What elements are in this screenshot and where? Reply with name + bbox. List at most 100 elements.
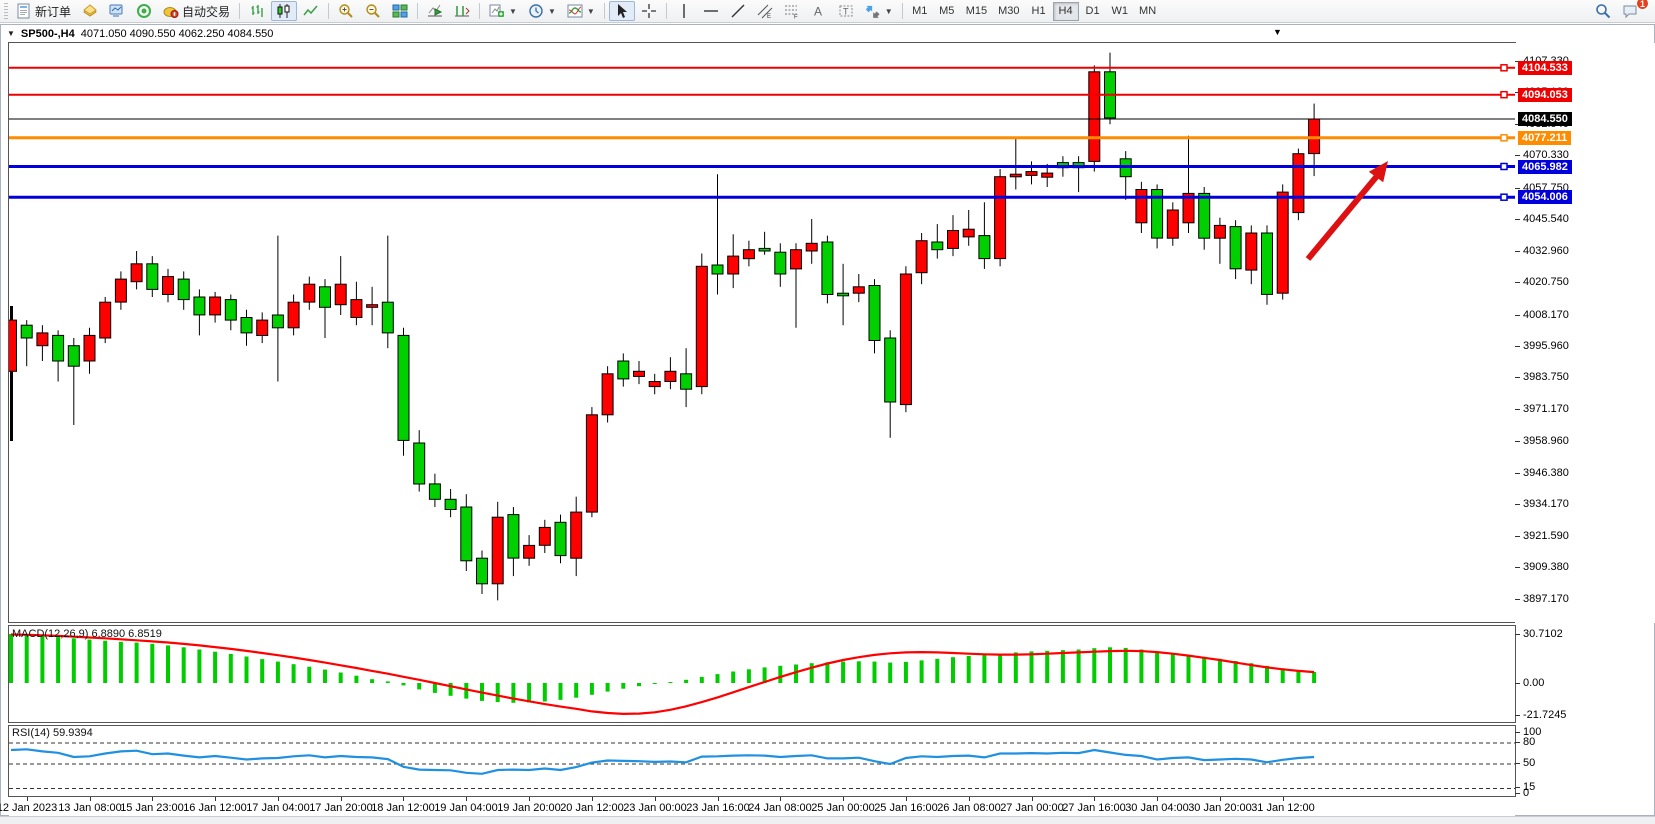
chart-title-bar[interactable]: ▼ SP500-,H4 4071.050 4090.550 4062.250 4…	[1, 25, 1654, 42]
tf-mn-button[interactable]: MN	[1134, 2, 1161, 21]
tf-m15-button[interactable]: M15	[961, 2, 992, 21]
tf-m1-button[interactable]: M1	[907, 2, 933, 21]
toolbar-grip[interactable]	[4, 3, 8, 19]
auto-trading-button[interactable]: 自动交易	[158, 1, 235, 21]
tile-windows-icon	[392, 3, 408, 19]
cursor-tool-button[interactable]	[609, 1, 635, 21]
macd-axis-label: 0.00	[1523, 677, 1544, 689]
svg-text:A: A	[814, 5, 822, 19]
macd-canvas[interactable]	[9, 626, 1515, 722]
macd-label: MACD(12,26,9) 6.8890 6.8519	[12, 628, 162, 640]
tf-h1-button[interactable]: H1	[1026, 2, 1052, 21]
new-order-button[interactable]: 新订单	[11, 1, 76, 21]
trendline-tool-button[interactable]	[725, 1, 751, 21]
auto-scroll-button[interactable]	[422, 1, 448, 21]
date-axis[interactable]: 12 Jan 202313 Jan 08:0015 Jan 23:0016 Ja…	[9, 797, 1515, 816]
price-tick: 3971.170	[1515, 403, 1569, 415]
tf-d1-button[interactable]: D1	[1080, 2, 1106, 21]
tf-w1-button[interactable]: W1	[1107, 2, 1134, 21]
indicators-icon	[567, 3, 583, 19]
crosshair-icon	[641, 3, 657, 19]
equidistant-channel-icon: E	[757, 3, 773, 19]
charts-profile-button[interactable]	[104, 1, 130, 21]
auto-trading-label: 自动交易	[182, 3, 230, 20]
vertical-line-icon	[676, 3, 692, 19]
date-label: 17 Jan 04:00	[246, 802, 310, 814]
zoom-out-button[interactable]	[360, 1, 386, 21]
oneclick-collapse-icon[interactable]: ▼	[1273, 27, 1282, 37]
chart-ohlc-readout: 4071.050 4090.550 4062.250 4084.550	[81, 28, 274, 40]
price-level-label: 4094.053	[1518, 88, 1572, 102]
text-label-icon: T	[838, 3, 854, 19]
indicators-button[interactable]: ▼	[562, 1, 600, 21]
tf-m30-button[interactable]: M30	[993, 2, 1024, 21]
rsi-axis-label: 80	[1523, 736, 1535, 748]
vertical-line-tool-button[interactable]	[671, 1, 697, 21]
date-label: 13 Jan 08:00	[58, 802, 122, 814]
tf-m5-button[interactable]: M5	[934, 2, 960, 21]
date-label: 25 Jan 16:00	[874, 802, 938, 814]
zoom-in-icon	[338, 3, 354, 19]
periods-button[interactable]: ▼	[523, 1, 561, 21]
window-bottom-strip	[0, 816, 1655, 824]
channel-tool-button[interactable]: E	[752, 1, 778, 21]
collapse-triangle-icon[interactable]: ▼	[7, 29, 15, 38]
svg-text:F: F	[794, 15, 798, 20]
date-label: 16 Jan 12:00	[183, 802, 247, 814]
notification-badge: 1	[1636, 0, 1649, 10]
trend-arrow	[1308, 176, 1377, 259]
crosshair-tool-button[interactable]	[636, 1, 662, 21]
signal-icon	[136, 3, 152, 19]
date-label: 25 Jan 00:00	[811, 802, 875, 814]
chevron-down-icon: ▼	[509, 7, 517, 16]
price-axis[interactable]: 4107.3304095.1204082.5404070.3304057.750…	[1515, 43, 1655, 623]
macd-axis-label: -21.7245	[1523, 709, 1566, 721]
horizontal-line-tool-button[interactable]	[698, 1, 724, 21]
main-chart-canvas[interactable]	[9, 43, 1515, 622]
macd-signal-line	[11, 635, 1314, 714]
date-label: 27 Jan 16:00	[1062, 802, 1126, 814]
date-label: 20 Jan 12:00	[560, 802, 624, 814]
chart-shift-icon	[454, 3, 470, 19]
chat-button[interactable]: 1	[1617, 1, 1643, 21]
price-tick: 3909.380	[1515, 561, 1569, 573]
date-label: 15 Jan 23:00	[120, 802, 184, 814]
fibonacci-tool-button[interactable]: F	[779, 1, 805, 21]
search-button[interactable]	[1590, 1, 1616, 21]
date-label: 26 Jan 08:00	[937, 802, 1001, 814]
date-label: 30 Jan 20:00	[1188, 802, 1252, 814]
new-order-label: 新订单	[35, 3, 71, 20]
bar-chart-type-button[interactable]	[244, 1, 270, 21]
date-label: 24 Jan 08:00	[748, 802, 812, 814]
date-label: 19 Jan 20:00	[497, 802, 561, 814]
search-icon	[1595, 3, 1611, 19]
tile-windows-button[interactable]	[387, 1, 413, 21]
zoom-in-button[interactable]	[333, 1, 359, 21]
chevron-down-icon: ▼	[548, 7, 556, 16]
macd-panel-frame: MACD(12,26,9) 6.8890 6.8519	[8, 625, 1516, 723]
price-level-label: 4084.550	[1518, 112, 1572, 126]
community-button[interactable]	[77, 1, 103, 21]
chart-shift-button[interactable]	[449, 1, 475, 21]
new-chart-button[interactable]: ▼	[484, 1, 522, 21]
candlestick-chart-type-button[interactable]	[271, 1, 297, 21]
new-chart-icon	[489, 3, 505, 19]
signals-button[interactable]	[131, 1, 157, 21]
arrows-tool-button[interactable]: ▼	[860, 1, 898, 21]
date-label: 19 Jan 04:00	[434, 802, 498, 814]
text-label-tool-button[interactable]: T	[833, 1, 859, 21]
rsi-label: RSI(14) 59.9394	[12, 727, 93, 739]
rsi-panel-frame: RSI(14) 59.9394	[8, 725, 1516, 797]
horizontal-line-icon	[703, 3, 719, 19]
arrow-shapes-icon	[865, 3, 881, 19]
date-label: 23 Jan 00:00	[623, 802, 687, 814]
tf-h4-button[interactable]: H4	[1053, 2, 1079, 21]
rsi-canvas[interactable]	[9, 726, 1515, 796]
price-tick: 4045.540	[1515, 213, 1569, 225]
text-tool-button[interactable]: A	[806, 1, 832, 21]
gold-book-icon	[82, 3, 98, 19]
line-chart-type-button[interactable]	[298, 1, 324, 21]
bar-chart-icon	[249, 3, 265, 19]
date-label: 23 Jan 16:00	[686, 802, 750, 814]
date-label: 18 Jan 12:00	[371, 802, 435, 814]
